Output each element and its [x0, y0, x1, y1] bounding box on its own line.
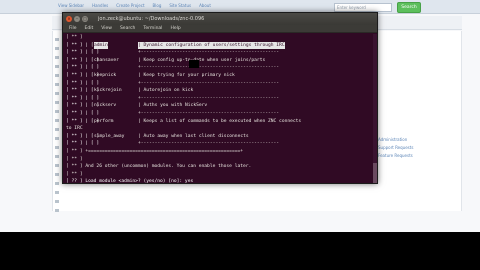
line-prefix: [ ** ] | [ ] [66, 80, 100, 86]
terminal-title: jon.zeck@ubuntu: ~/Downloads/znc-0.096 [98, 16, 205, 22]
terminal-line: [ ** ] [66, 171, 376, 179]
menu-view[interactable]: View [101, 26, 112, 31]
terminal-line: [ ** ] | [ ] +---------------------------… [66, 64, 376, 72]
module-name[interactable]: kickrejoin [94, 87, 122, 95]
output-text: [ ** ] [66, 156, 83, 162]
terminal-line: [ ** ] [66, 156, 376, 164]
output-text: [ ** ] And 26 other (uncommon) modules. … [66, 164, 252, 170]
module-name[interactable]: simple_away [94, 133, 124, 141]
menu-terminal[interactable]: Terminal [143, 26, 162, 31]
row-separator: +---------------------------------------… [138, 65, 280, 71]
row-separator: +---------------------------------------… [138, 50, 280, 56]
module-name[interactable]: perform [94, 118, 113, 126]
module-description: | Keep config up-to-date when user joins… [138, 57, 266, 63]
terminal-line: [ ** ] | [ ] simple_away | Auto away when … [66, 133, 376, 141]
nav-link[interactable]: Handles [92, 3, 108, 8]
row-separator: +---------------------------------------… [138, 95, 280, 101]
line-prefix: [ ** ] | [ ] [66, 141, 100, 147]
menu-help[interactable]: Help [170, 26, 180, 31]
module-name[interactable]: keepnick [94, 72, 116, 80]
terminal-line: [ ** ] | [ ] perform | Keeps a list of com… [66, 118, 376, 126]
menu-search[interactable]: Search [120, 26, 135, 31]
terminal-titlebar[interactable]: × – □ jon.zeck@ubuntu: ~/Downloads/znc-0… [63, 13, 377, 25]
module-description: | Keeps a list of commands to be execute… [138, 118, 302, 124]
row-separator: +---------------------------------------… [138, 80, 280, 86]
terminal-line: [ ** ] | [ ] +---------------------------… [66, 80, 376, 88]
web-search-input[interactable]: Enter keyword [334, 3, 392, 12]
module-name[interactable]: admin [94, 41, 108, 50]
module-name[interactable]: nickserv [94, 102, 116, 110]
terminal-line: [ ** ] | [ ] +---------------------------… [66, 110, 376, 118]
output-text: [ ** ] +================================… [66, 148, 244, 154]
terminal-line: [ ** ] | [ * ] admin | Dynamic configurati… [66, 41, 376, 50]
nav-link[interactable]: View Sidebar [58, 3, 84, 8]
module-description: | Keep trying for your primary nick [138, 72, 235, 78]
web-sidebar-links: Administration Support Requests Feature … [378, 136, 468, 160]
maximize-icon[interactable]: □ [82, 16, 88, 22]
terminal-line: [ ** ] | [ ] chansaver | Keep config up-to… [66, 57, 376, 65]
line-prefix: [ ** ] | [ ] [66, 110, 100, 116]
terminal-line: [ ** ] | [ ] +---------------------------… [66, 49, 376, 57]
sidebar-link[interactable]: Administration [378, 136, 468, 144]
output-text: [ ** ] [66, 35, 83, 40]
letterbox-band [0, 232, 480, 270]
web-search-button[interactable]: Search [397, 2, 421, 13]
output-text: [ ** ] [66, 171, 83, 177]
terminal-line: [ ** ] | [ ] keepnick | Keep trying for yo… [66, 72, 376, 80]
terminal-line: [ ** ] [66, 34, 376, 42]
terminal-line: to IRC [66, 125, 376, 133]
line-prefix: [ ** ] | [ ] [66, 95, 100, 101]
module-description: | Auths you with NickServ [138, 103, 208, 109]
sidebar-link[interactable]: Feature Requests [378, 152, 468, 160]
terminal-scrollbar-thumb[interactable] [373, 163, 377, 183]
prompt-line: [ ?? ] Load module <admin>? (yes/no) [no… [66, 179, 194, 184]
module-name[interactable]: chansaver [94, 57, 119, 65]
minimize-icon[interactable]: – [74, 16, 80, 22]
row-separator: +---------------------------------------… [138, 141, 280, 147]
module-description: | Dynamic configuration of users/setting… [138, 41, 285, 50]
nav-link[interactable]: Create Project [116, 3, 144, 8]
close-icon[interactable]: × [66, 16, 72, 22]
terminal-line: [ ** ] | [ ] nickserv | Auths you with Nic… [66, 102, 376, 110]
terminal-line: [ ** ] +================================… [66, 148, 376, 156]
menu-file[interactable]: File [69, 26, 77, 31]
module-description: | Autorejoin on kick [138, 88, 194, 94]
terminal-line: [ ** ] | [ ] +---------------------------… [66, 140, 376, 148]
nav-link[interactable]: Blog [153, 3, 162, 8]
line-prefix: [ ** ] | [ ] [66, 50, 100, 56]
terminal-line: [ ** ] | [ ] +---------------------------… [66, 95, 376, 103]
wrapped-text: to IRC [66, 126, 83, 132]
terminal-scrollbar[interactable] [373, 34, 377, 183]
sidebar-link[interactable]: Support Requests [378, 144, 468, 152]
redacted-block [189, 60, 199, 68]
menu-edit[interactable]: Edit [85, 26, 94, 31]
module-description: | Auto away when last client disconnects [138, 133, 249, 139]
row-separator: +---------------------------------------… [138, 110, 280, 116]
line-prefix: [ ** ] | [ ] [66, 65, 100, 71]
nav-link[interactable]: Site Status [169, 3, 191, 8]
terminal-line: [ ** ] And 26 other (uncommon) modules. … [66, 163, 376, 171]
terminal-line: [ ** ] | [ ] kickrejoin | Autorejoin on ki… [66, 87, 376, 95]
terminal-output[interactable]: [ ** ][ ** ] | [ * ] admin | Dynamic confi… [66, 34, 376, 183]
terminal-line: [ ?? ] Load module <admin>? (yes/no) [no… [66, 178, 376, 184]
terminal-window[interactable]: × – □ jon.zeck@ubuntu: ~/Downloads/znc-0… [62, 12, 378, 184]
terminal-menubar: File Edit View Search Terminal Help [63, 25, 377, 33]
nav-link[interactable]: About [199, 3, 211, 8]
